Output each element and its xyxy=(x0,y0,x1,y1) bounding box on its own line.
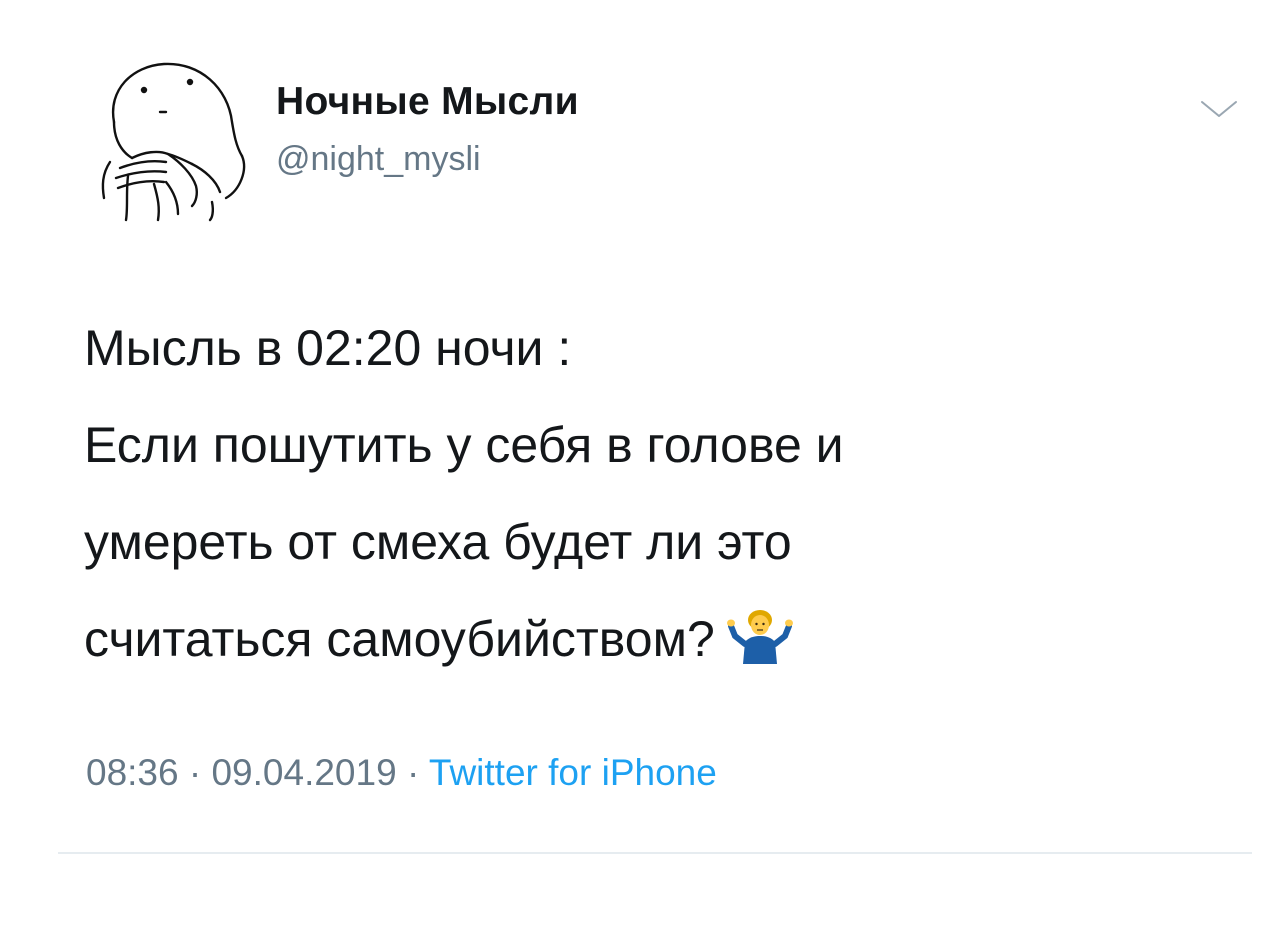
chevron-down-icon[interactable] xyxy=(1194,90,1244,128)
tweet-card: Ночные Мысли @night_mysli Мысль в 02:20 … xyxy=(0,0,1280,943)
tweet-text-line: считаться самоубийством? xyxy=(84,611,715,667)
tweet-text-line-last: считаться самоубийством? xyxy=(84,591,1224,688)
tweet-text: Мысль в 02:20 ночи : Если пошутить у себ… xyxy=(84,300,1224,688)
tweet-time: 08:36 xyxy=(86,752,179,793)
meta-separator: · xyxy=(188,752,202,793)
tweet-date[interactable]: 09.04.2019 xyxy=(211,752,396,793)
doodle-face-avatar-icon[interactable] xyxy=(92,52,252,222)
meta-separator: · xyxy=(406,752,420,793)
tweet-text-line: Если пошутить у себя в голове и xyxy=(84,417,844,473)
author-display-name[interactable]: Ночные Мысли xyxy=(276,80,579,124)
tweet-text-line: умереть от смеха будет ли это xyxy=(84,514,792,570)
shrugging-person-emoji-icon xyxy=(726,606,793,664)
tweet-meta: 08:36 · 09.04.2019 · Twitter for iPhone xyxy=(86,752,717,794)
tweet-text-line: Мысль в 02:20 ночи : xyxy=(84,320,572,376)
author-handle[interactable]: @night_mysli xyxy=(276,140,481,179)
tweet-source-link[interactable]: Twitter for iPhone xyxy=(429,752,717,793)
divider xyxy=(58,852,1252,854)
